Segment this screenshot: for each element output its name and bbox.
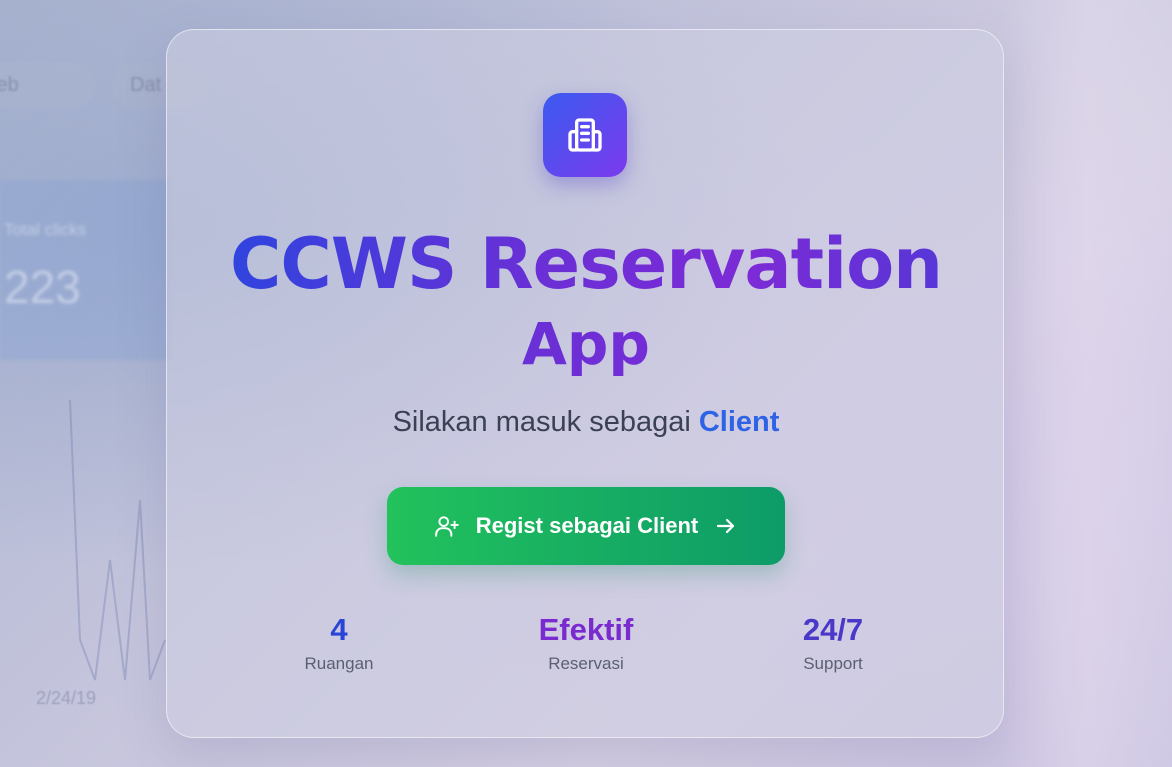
- arrow-right-icon: [717, 518, 735, 534]
- background-stat-label: Total clicks: [4, 220, 87, 239]
- title-line-1: CCWS Reservation: [229, 223, 943, 305]
- register-client-label: Regist sebagai Client: [475, 513, 699, 538]
- background-pill: Web: [0, 62, 96, 108]
- background-curtain: [1002, 0, 1172, 767]
- subtitle-highlight: Client: [698, 406, 780, 438]
- user-plus-icon: [434, 516, 459, 537]
- stat-value: 24/7: [802, 612, 864, 647]
- app-logo: [543, 93, 627, 177]
- background-chart: [69, 399, 166, 681]
- building-icon: [568, 118, 602, 152]
- stat-rooms: 4 Ruangan: [239, 612, 439, 674]
- title-line-2: App: [522, 310, 650, 378]
- register-client-button[interactable]: Regist sebagai Client: [387, 487, 785, 565]
- background-date: 2/24/19: [36, 688, 97, 708]
- stat-label: Support: [803, 654, 863, 673]
- background-stat-value: 223: [4, 261, 81, 313]
- stat-value: Efektif: [538, 612, 634, 647]
- background-stat-card: Total clicks 223: [0, 180, 170, 360]
- subtitle-text: Silakan masuk sebagai: [392, 406, 691, 438]
- background-pill-label: Web: [0, 74, 19, 96]
- welcome-card: CCWS Reservation App Silakan masuk sebag…: [166, 29, 1004, 738]
- stat-support: 24/7 Support: [733, 612, 933, 674]
- subtitle: Silakan masuk sebagai Client: [167, 406, 1005, 439]
- page-title: CCWS Reservation App: [167, 222, 1005, 382]
- stat-reservation: Efektif Reservasi: [486, 612, 686, 674]
- background-pill-label: Dat: [130, 74, 162, 96]
- stat-label: Ruangan: [304, 654, 374, 673]
- stat-value: 4: [330, 612, 348, 647]
- stat-label: Reservasi: [548, 654, 624, 673]
